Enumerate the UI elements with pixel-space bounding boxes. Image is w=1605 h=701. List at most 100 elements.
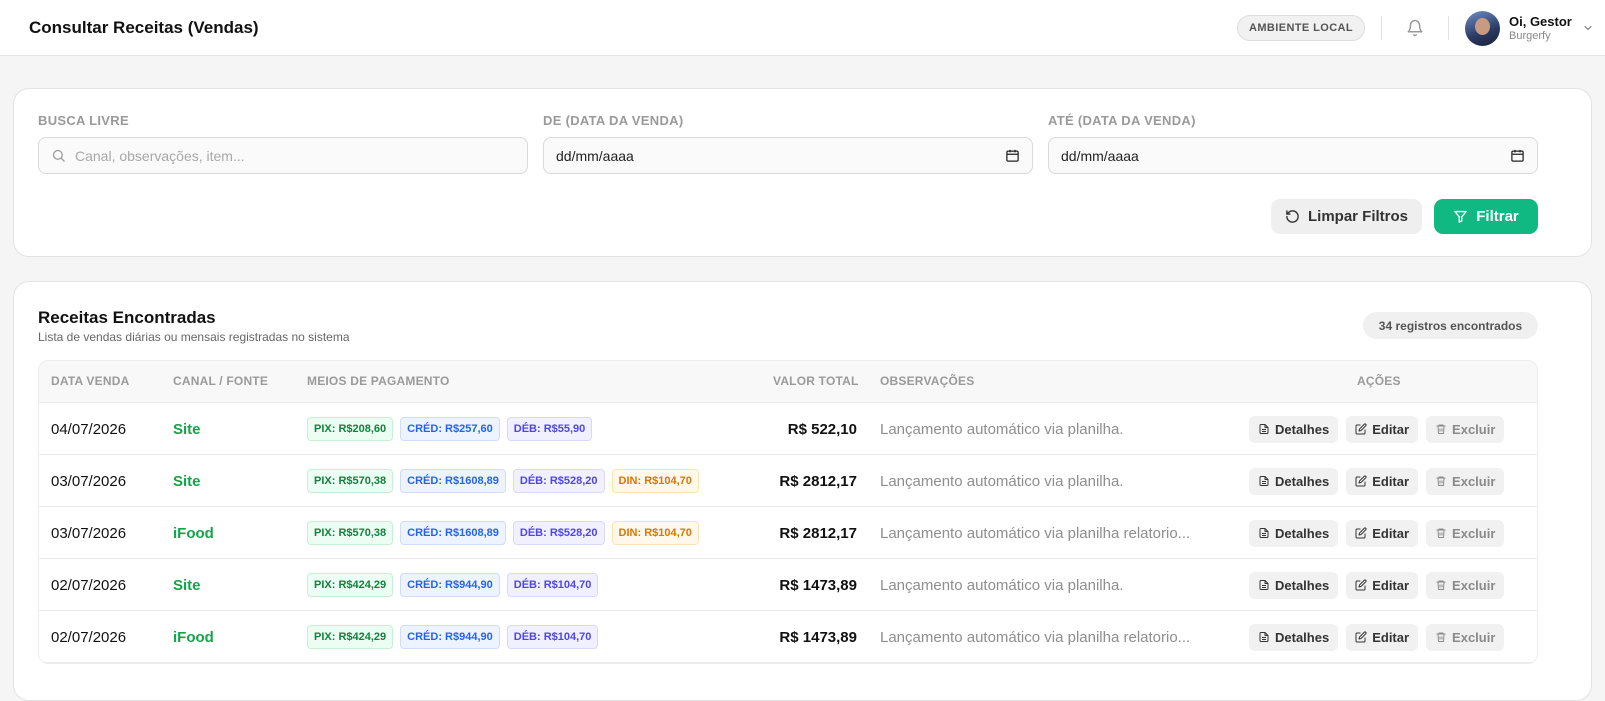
sale-total: R$ 1473,89 [779, 628, 857, 646]
edit-label: Editar [1372, 577, 1410, 593]
trash-icon [1436, 424, 1446, 434]
sale-observation: Lançamento automático via planilha. [880, 472, 1124, 490]
sale-total: R$ 1473,89 [779, 576, 857, 594]
sale-total: R$ 522,10 [787, 420, 857, 438]
notifications-button[interactable] [1382, 19, 1448, 37]
trash-icon [1436, 632, 1446, 642]
payment-methods: PIX: R$208,60 CRÉD: R$257,60 DÉB: R$55,90 [307, 403, 593, 455]
sale-channel: Site [173, 472, 201, 490]
edit-icon [1355, 423, 1367, 435]
details-button[interactable]: Detalhes [1249, 519, 1339, 547]
document-icon [1259, 476, 1269, 486]
table-body: 04/07/2026 Site PIX: R$208,60 CRÉD: R$257,6… [39, 403, 1537, 663]
sale-date: 04/07/2026 [51, 420, 127, 438]
edit-button[interactable]: Editar [1346, 415, 1419, 443]
row-actions: Detalhes Editar Excluir [1249, 507, 1505, 559]
details-label: Detalhes [1275, 473, 1330, 489]
sale-channel: Site [173, 420, 201, 438]
funnel-icon [1454, 210, 1468, 223]
details-label: Detalhes [1275, 629, 1330, 645]
delete-button[interactable]: Excluir [1426, 519, 1505, 547]
payment-badge-pix: PIX: R$424,29 [307, 573, 394, 597]
date-to-label: ATÉ (DATA DA VENDA) [1048, 113, 1196, 128]
sale-total: R$ 2812,17 [779, 524, 857, 542]
details-button[interactable]: Detalhes [1249, 623, 1339, 651]
payment-badge-deb: DÉB: R$528,20 [512, 469, 605, 493]
trash-icon [1436, 528, 1446, 538]
payment-badge-cred: CRÉD: R$944,90 [400, 573, 500, 597]
column-header: OBSERVAÇÕES [880, 374, 975, 388]
delete-label: Excluir [1452, 473, 1496, 489]
table-row: 03/07/2026 iFood PIX: R$570,38 CRÉD: R$1608… [39, 507, 1537, 559]
date-from-value: dd/mm/aaaa [556, 147, 634, 164]
calendar-icon[interactable] [1510, 148, 1525, 163]
edit-button[interactable]: Editar [1346, 467, 1419, 495]
details-button[interactable]: Detalhes [1249, 571, 1339, 599]
date-from-label: DE (DATA DA VENDA) [543, 113, 684, 128]
date-from-input[interactable]: dd/mm/aaaa [543, 137, 1033, 174]
payment-badge-deb: DÉB: R$104,70 [506, 625, 599, 649]
clear-filters-label: Limpar Filtros [1307, 208, 1408, 225]
sale-observation: Lançamento automático via planilha relat… [880, 524, 1191, 542]
details-button[interactable]: Detalhes [1249, 415, 1339, 443]
table-row: 03/07/2026 Site PIX: R$570,38 CRÉD: R$1608,… [39, 455, 1537, 507]
page-title: Consultar Receitas (Vendas) [29, 17, 259, 37]
divider [1448, 16, 1449, 40]
date-to-field: ATÉ (DATA DA VENDA) dd/mm/aaaa [1048, 113, 1538, 174]
row-actions: Detalhes Editar Excluir [1249, 403, 1505, 455]
user-company: Burgerfy [1509, 30, 1551, 42]
column-header: CANAL / FONTE [173, 374, 269, 388]
payment-methods: PIX: R$424,29 CRÉD: R$944,90 DÉB: R$104,70 [307, 559, 599, 611]
delete-label: Excluir [1452, 525, 1496, 541]
delete-label: Excluir [1452, 629, 1496, 645]
delete-label: Excluir [1452, 421, 1496, 437]
date-to-value: dd/mm/aaaa [1061, 147, 1139, 164]
revenue-table: DATA VENDA CANAL / FONTE MEIOS DE PAGAME… [38, 360, 1538, 664]
delete-button[interactable]: Excluir [1426, 571, 1505, 599]
payment-badge-deb: DÉB: R$55,90 [506, 417, 593, 441]
payment-badge-deb: DÉB: R$104,70 [506, 573, 599, 597]
payment-badge-deb: DÉB: R$528,20 [512, 521, 605, 545]
payment-badge-pix: PIX: R$570,38 [307, 521, 394, 545]
details-button[interactable]: Detalhes [1249, 467, 1339, 495]
details-label: Detalhes [1275, 421, 1330, 437]
edit-button[interactable]: Editar [1346, 623, 1419, 651]
results-title: Receitas Encontradas [38, 308, 216, 327]
search-input[interactable]: Canal, observações, item... [38, 137, 528, 174]
clear-filters-button[interactable]: Limpar Filtros [1271, 199, 1422, 234]
results-count-badge: 34 registros encontrados [1363, 312, 1538, 339]
delete-button[interactable]: Excluir [1426, 623, 1505, 651]
date-from-field: DE (DATA DA VENDA) dd/mm/aaaa [543, 113, 1033, 174]
row-actions: Detalhes Editar Excluir [1249, 611, 1505, 663]
edit-icon [1355, 631, 1367, 643]
reset-icon [1286, 210, 1299, 223]
delete-button[interactable]: Excluir [1426, 467, 1505, 495]
document-icon [1259, 580, 1269, 590]
trash-icon [1436, 580, 1446, 590]
calendar-icon[interactable] [1005, 148, 1020, 163]
sale-total: R$ 2812,17 [779, 472, 857, 490]
edit-button[interactable]: Editar [1346, 571, 1419, 599]
edit-icon [1355, 527, 1367, 539]
edit-button[interactable]: Editar [1346, 519, 1419, 547]
column-header: MEIOS DE PAGAMENTO [307, 374, 450, 388]
edit-icon [1355, 579, 1367, 591]
document-icon [1259, 424, 1269, 434]
edit-label: Editar [1372, 629, 1410, 645]
sale-channel: Site [173, 576, 201, 594]
delete-label: Excluir [1452, 577, 1496, 593]
results-panel: Receitas Encontradas Lista de vendas diá… [13, 281, 1592, 701]
column-header: AÇÕES [1357, 374, 1401, 388]
sale-date: 03/07/2026 [51, 524, 127, 542]
environment-badge: AMBIENTE LOCAL [1237, 15, 1365, 41]
date-to-input[interactable]: dd/mm/aaaa [1048, 137, 1538, 174]
table-header: DATA VENDA CANAL / FONTE MEIOS DE PAGAME… [39, 361, 1537, 403]
user-menu[interactable]: Oi, Gestor Burgerfy [1465, 10, 1605, 46]
table-row: 02/07/2026 Site PIX: R$424,29 CRÉD: R$944,9… [39, 559, 1537, 611]
bell-icon [1407, 19, 1423, 37]
payment-badge-pix: PIX: R$424,29 [307, 625, 394, 649]
sale-channel: iFood [173, 524, 214, 542]
filter-button[interactable]: Filtrar [1434, 199, 1538, 234]
delete-button[interactable]: Excluir [1426, 415, 1505, 443]
column-header: DATA VENDA [51, 374, 130, 388]
